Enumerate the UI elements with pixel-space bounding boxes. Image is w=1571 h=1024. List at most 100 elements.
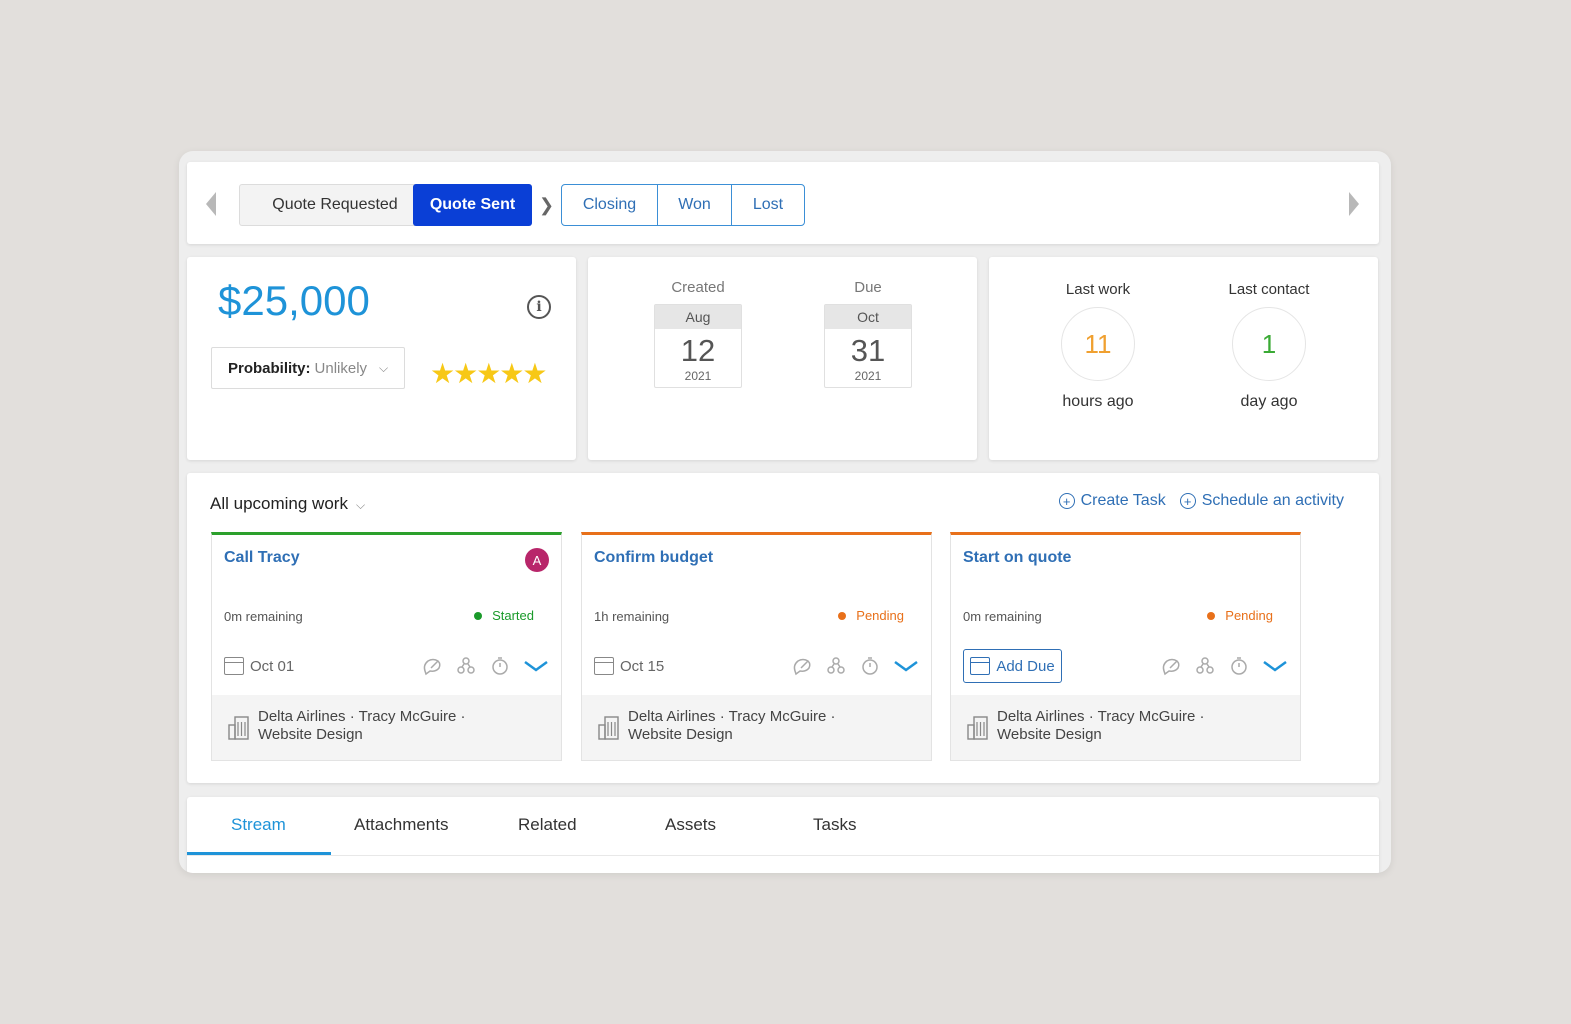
task-title[interactable]: Start on quote bbox=[963, 549, 1071, 567]
plus-circle-icon: + bbox=[1179, 493, 1196, 509]
status-text: Pending bbox=[856, 608, 904, 623]
chevron-down-icon[interactable] bbox=[1262, 655, 1288, 677]
info-icon[interactable]: i bbox=[527, 295, 551, 319]
stage-quote-sent[interactable]: Quote Sent bbox=[413, 184, 532, 226]
comment-edit-icon[interactable] bbox=[1160, 655, 1182, 677]
last-work-count: 11 bbox=[1061, 307, 1135, 381]
upcoming-actions: + Create Task + Schedule an activity bbox=[1058, 492, 1344, 510]
task-card[interactable]: Confirm budget 1h remaining Pending Oct … bbox=[581, 532, 932, 761]
last-work-label: Last work bbox=[1065, 281, 1131, 298]
due-year: 2021 bbox=[854, 369, 882, 383]
status-dot-icon bbox=[1207, 611, 1216, 620]
timer-icon[interactable] bbox=[1228, 655, 1250, 677]
calendar-icon bbox=[594, 657, 614, 675]
created-label: Created bbox=[671, 279, 725, 296]
chevron-down-icon[interactable] bbox=[523, 655, 549, 677]
task-due-date[interactable]: Oct 01 bbox=[224, 657, 294, 675]
tab-divider bbox=[187, 855, 1379, 856]
created-year: 2021 bbox=[684, 369, 712, 383]
deal-dates-card: Created Aug 12 2021 Due Oct 31 2021 bbox=[588, 257, 977, 460]
comment-edit-icon[interactable] bbox=[421, 655, 443, 677]
created-date-tile: Aug 12 2021 bbox=[654, 304, 742, 388]
stage-closing[interactable]: Closing bbox=[562, 185, 658, 225]
timer-icon[interactable] bbox=[489, 655, 511, 677]
status-text: Started bbox=[492, 608, 534, 623]
task-context-line1: Delta Airlines · Tracy McGuire · bbox=[628, 708, 836, 725]
assign-users-icon[interactable] bbox=[825, 655, 847, 677]
tab-stream[interactable]: Stream bbox=[231, 815, 286, 835]
task-title[interactable]: Confirm budget bbox=[594, 549, 713, 567]
due-date-tile[interactable]: Oct 31 2021 bbox=[824, 304, 912, 388]
created-month: Aug bbox=[655, 305, 741, 329]
tab-assets[interactable]: Assets bbox=[665, 815, 716, 835]
probability-value: Unlikely bbox=[314, 359, 368, 377]
task-title[interactable]: Call Tracy bbox=[224, 549, 300, 567]
status-dot-icon bbox=[838, 611, 847, 620]
stage-quote-requested[interactable]: Quote Requested bbox=[239, 184, 431, 226]
task-actions bbox=[791, 655, 919, 677]
assign-users-icon[interactable] bbox=[455, 655, 477, 677]
stage-lost[interactable]: Lost bbox=[732, 185, 804, 225]
task-context: Delta Airlines · Tracy McGuire · Website… bbox=[212, 695, 561, 760]
task-due-date[interactable]: Oct 15 bbox=[594, 657, 664, 675]
last-contact-count: 1 bbox=[1232, 307, 1306, 381]
deal-amount: $25,000 bbox=[218, 277, 370, 324]
upcoming-filter-dropdown[interactable]: All upcoming work ⌵ bbox=[210, 494, 365, 514]
scroll-right-arrow-icon[interactable] bbox=[1349, 192, 1359, 216]
due-day: 31 bbox=[850, 333, 886, 368]
building-icon bbox=[228, 716, 249, 740]
last-contact-label: Last contact bbox=[1228, 281, 1310, 298]
timer-icon[interactable] bbox=[859, 655, 881, 677]
star-rating[interactable]: ★★★★★ bbox=[430, 357, 548, 390]
status-badge: Pending bbox=[838, 608, 904, 623]
task-context-line2: Website Design bbox=[628, 726, 733, 743]
task-context-text: Delta Airlines · Tracy McGuire · Website… bbox=[258, 708, 498, 744]
add-due-button[interactable]: Add Due bbox=[963, 649, 1062, 683]
tab-tasks[interactable]: Tasks bbox=[813, 815, 856, 835]
status-dot-icon bbox=[474, 611, 483, 620]
active-tab-indicator bbox=[187, 852, 331, 855]
create-task-button[interactable]: + Create Task bbox=[1058, 492, 1166, 510]
recency-card: Last work 11 hours ago Last contact 1 da… bbox=[989, 257, 1378, 460]
avatar[interactable]: A bbox=[525, 548, 549, 572]
status-text: Pending bbox=[1225, 608, 1273, 623]
comment-edit-icon[interactable] bbox=[791, 655, 813, 677]
task-remaining: 1h remaining bbox=[594, 609, 670, 624]
deal-value-card: $25,000 i Probability: Unlikely ⌵ ★★★★★ bbox=[187, 257, 576, 460]
chevron-down-icon: ⌵ bbox=[355, 498, 366, 512]
scroll-left-arrow-icon[interactable] bbox=[206, 192, 216, 216]
chevron-down-icon[interactable] bbox=[893, 655, 919, 677]
tab-attachments[interactable]: Attachments bbox=[354, 815, 449, 835]
chevron-down-icon: ⌵ bbox=[379, 360, 389, 375]
task-due-text: Oct 01 bbox=[250, 657, 295, 675]
task-context-line2: Website Design bbox=[258, 726, 363, 743]
upcoming-title: All upcoming work bbox=[210, 494, 348, 513]
created-date: Created Aug 12 2021 bbox=[654, 279, 742, 388]
task-actions bbox=[1160, 655, 1288, 677]
tab-related[interactable]: Related bbox=[518, 815, 577, 835]
probability-dropdown[interactable]: Probability: Unlikely ⌵ bbox=[211, 347, 405, 389]
last-work: Last work 11 hours ago bbox=[1028, 281, 1168, 411]
plus-circle-icon: + bbox=[1058, 493, 1075, 509]
last-contact-unit: day ago bbox=[1240, 393, 1298, 410]
task-remaining: 0m remaining bbox=[963, 609, 1042, 624]
building-icon bbox=[598, 716, 619, 740]
task-context: Delta Airlines · Tracy McGuire · Website… bbox=[951, 695, 1300, 760]
task-remaining: 0m remaining bbox=[224, 609, 303, 624]
task-card[interactable]: Call Tracy A 0m remaining Started Oct 01 bbox=[211, 532, 562, 761]
schedule-activity-button[interactable]: + Schedule an activity bbox=[1179, 492, 1344, 510]
status-badge: Started bbox=[474, 608, 534, 623]
task-context-line1: Delta Airlines · Tracy McGuire · bbox=[997, 708, 1205, 725]
pipeline-stage-bar: Quote Requested Quote Sent ❯ Closing Won… bbox=[187, 162, 1379, 244]
building-icon bbox=[967, 716, 988, 740]
create-task-label: Create Task bbox=[1080, 492, 1166, 509]
remaining-stages: Closing Won Lost bbox=[561, 184, 805, 226]
calendar-icon bbox=[224, 657, 244, 675]
task-context-line1: Delta Airlines · Tracy McGuire · bbox=[258, 708, 466, 725]
assign-users-icon[interactable] bbox=[1194, 655, 1216, 677]
stage-won[interactable]: Won bbox=[658, 185, 732, 225]
task-due-text: Oct 15 bbox=[620, 657, 665, 675]
task-card[interactable]: Start on quote 0m remaining Pending Add … bbox=[950, 532, 1301, 761]
add-due-label: Add Due bbox=[996, 657, 1055, 675]
detail-tabs: Stream Attachments Related Assets Tasks bbox=[187, 797, 1379, 873]
